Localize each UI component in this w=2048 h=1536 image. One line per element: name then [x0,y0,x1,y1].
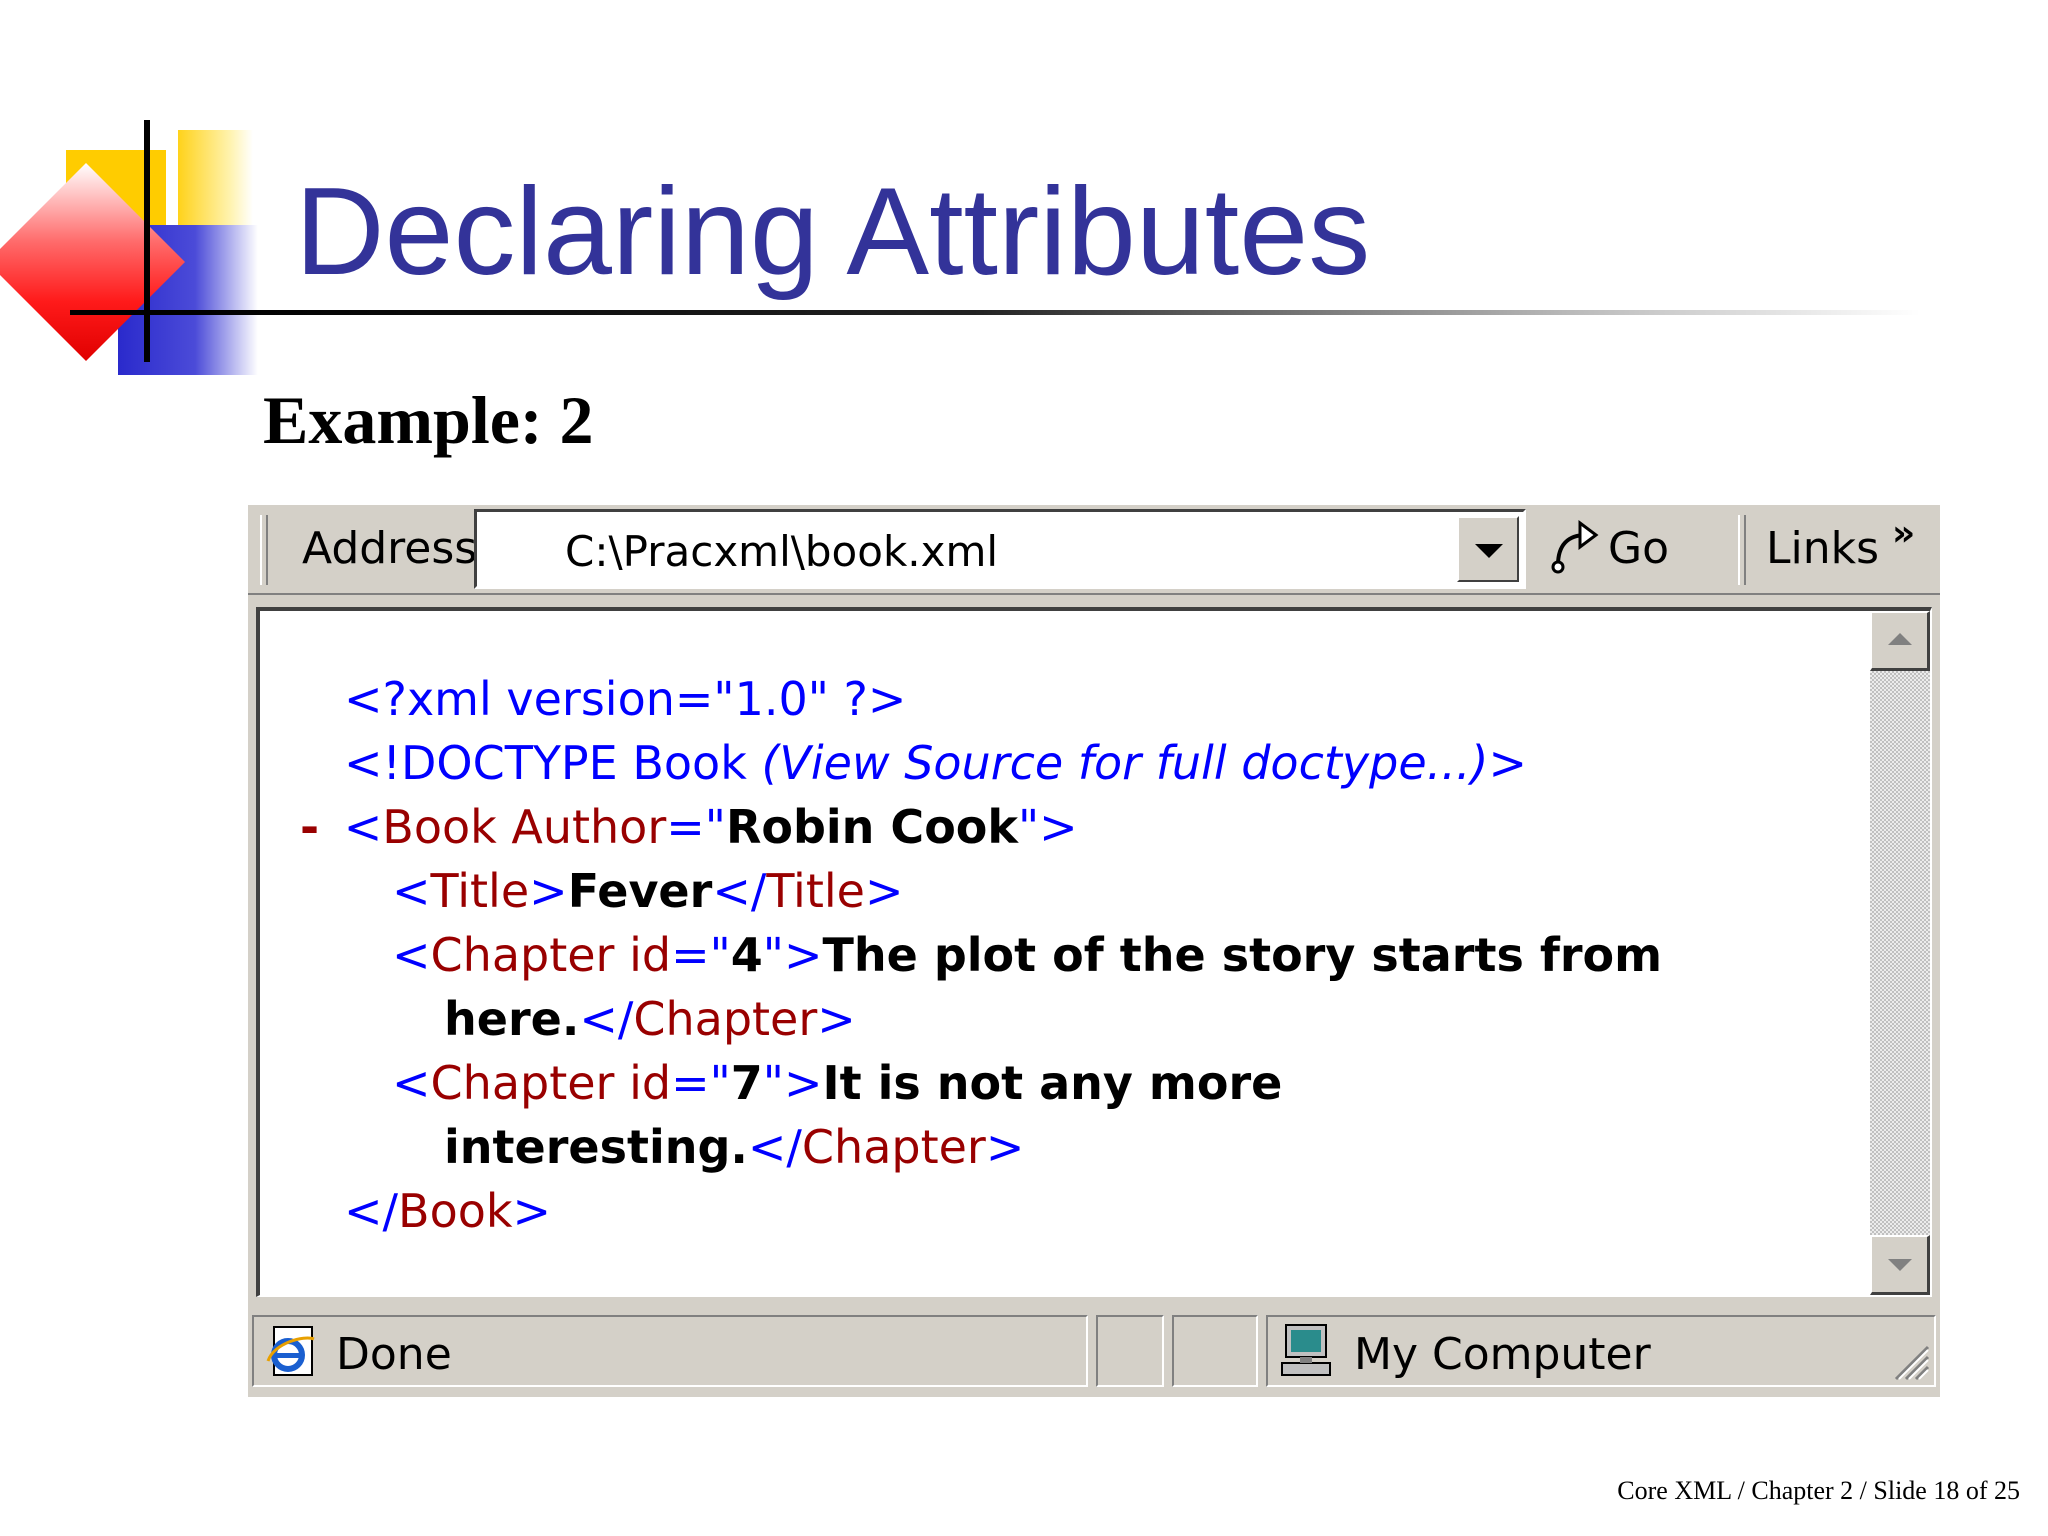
go-arrow-icon [1551,520,1599,574]
chevron-up-icon [1888,633,1912,645]
status-pane-zone: My Computer [1266,1315,1936,1387]
vertical-scrollbar[interactable] [1870,611,1930,1295]
links-more-icon[interactable]: » [1892,513,1915,554]
book-end-open: </ [344,1184,399,1238]
chapter7-text: It is not any more [822,1056,1283,1110]
chapter7-end-close: > [985,1120,1025,1174]
title-end-name: Title [766,864,865,918]
chapter4-text-end: here. [444,992,580,1046]
browser-window: Address C:\Pracxml\book.xml Go Links » <… [248,503,1940,1397]
chapter7-close-bracket: "> [762,1056,823,1110]
book-close-bracket: "> [1018,800,1078,854]
book-end-line: </Book> [344,1179,551,1243]
book-end-close: > [512,1184,552,1238]
chapter7-end-open: </ [747,1120,802,1174]
book-open-bracket: < [343,800,383,854]
chapter4-equals: =" [671,928,731,982]
logo-vertical-line [144,120,150,362]
chapter4-element-name: Chapter id [430,928,672,982]
status-pane-security [1172,1315,1258,1387]
resize-grip-icon[interactable] [1886,1337,1930,1381]
title-underline [200,310,1920,315]
address-label: Address [302,523,478,574]
links-grip[interactable] [1738,515,1746,585]
scroll-up-button[interactable] [1870,611,1930,671]
attr-equals: =" [666,800,726,854]
chapter4-end-open: </ [579,992,634,1046]
my-computer-icon [1281,1324,1331,1376]
view-source-note: (View Source for full doctype...) [761,736,1489,790]
chapter4-end-close: > [817,992,856,1046]
chapter4-id-value: 4 [730,928,763,982]
title-gt: > [529,864,568,918]
book-line: - <Book Author="Robin Cook"> [300,795,1078,859]
chevron-down-icon [1888,1259,1912,1271]
chapter4-continuation: here.</Chapter> [444,987,856,1051]
title-line: <Title>Fever</Title> [392,859,904,923]
chapter7-end-name: Chapter [801,1120,986,1174]
doctype-tag: <!DOCTYPE Book [344,736,762,790]
title-open-bracket: < [392,864,431,918]
scroll-down-button[interactable] [1870,1235,1930,1295]
address-value: C:\Pracxml\book.xml [565,527,999,576]
xml-declaration: <?xml version="1.0" ?> [344,672,907,726]
title-end-close: > [864,864,904,918]
go-button[interactable]: Go [1548,515,1698,585]
toolbar-grip[interactable] [260,515,268,585]
slide-title: Declaring Attributes [295,163,1371,301]
chapter7-continuation: interesting.</Chapter> [444,1115,1024,1179]
chapter7-open-bracket: < [392,1056,431,1110]
chapter7-line: <Chapter id="7">It is not any more [392,1051,1282,1115]
title-end-open: </ [712,864,767,918]
go-label: Go [1608,523,1670,574]
xml-document-view: <?xml version="1.0" ?> <!DOCTYPE Book (V… [256,607,1932,1297]
internet-explorer-icon [266,1326,315,1376]
address-dropdown-button[interactable] [1457,516,1519,582]
status-pane-main: Done [252,1315,1088,1387]
slide-footer: Core XML / Chapter 2 / Slide 18 of 25 [1617,1476,2020,1505]
address-bar: Address C:\Pracxml\book.xml Go Links » [248,503,1940,595]
doctype-line: <!DOCTYPE Book (View Source for full doc… [344,731,1527,795]
chapter7-equals: =" [671,1056,731,1110]
chevron-down-icon [1475,544,1503,558]
author-attr-value: Robin Cook [725,800,1018,854]
zone-text: My Computer [1354,1329,1651,1380]
chapter4-close-bracket: "> [762,928,823,982]
links-button[interactable]: Links [1766,523,1879,574]
doctype-end: > [1488,736,1527,790]
chapter4-end-name: Chapter [633,992,818,1046]
status-text: Done [336,1329,452,1380]
slide-subtitle: Example: 2 [263,382,594,458]
slide-logo [0,120,260,390]
chapter7-id-value: 7 [730,1056,763,1110]
chapter7-element-name: Chapter id [430,1056,672,1110]
status-bar: Done My Computer [248,1311,1940,1391]
book-element-name: Book Author [382,800,667,854]
logo-horizontal-line [70,310,220,315]
chapter4-line: <Chapter id="4">The plot of the story st… [392,923,1662,987]
chapter7-text-end: interesting. [444,1120,748,1174]
address-input[interactable]: C:\Pracxml\book.xml [474,509,1526,589]
chapter4-text: The plot of the story starts from [822,928,1663,982]
chapter4-open-bracket: < [392,928,431,982]
book-end-name: Book [398,1184,513,1238]
collapse-toggle[interactable]: - [300,800,319,854]
status-pane-progress [1096,1315,1164,1387]
title-text: Fever [567,864,713,918]
title-element-name: Title [430,864,530,918]
